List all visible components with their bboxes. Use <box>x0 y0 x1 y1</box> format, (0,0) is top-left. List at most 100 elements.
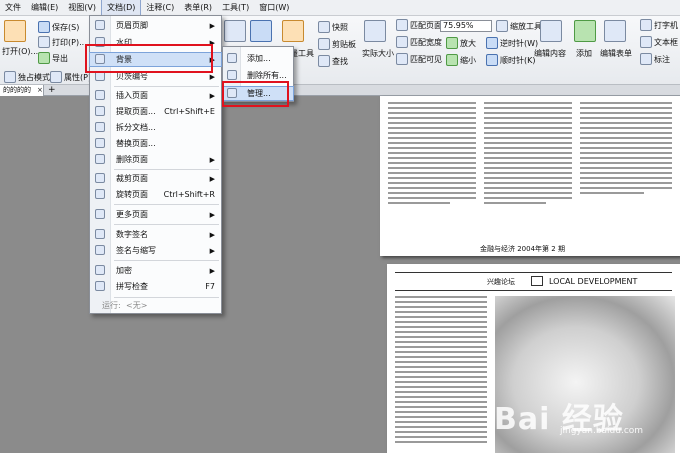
menu-item-encrypt[interactable]: 加密 ▶ <box>90 264 221 277</box>
actual-size-icon[interactable] <box>364 20 386 42</box>
open-button[interactable]: 打开(O)... <box>2 46 38 57</box>
page-header-left: 兴趣论坛 <box>487 278 515 286</box>
menu-item-watermark[interactable]: 水印 ▶ <box>90 36 221 49</box>
menu-comment[interactable]: 注释(C) <box>141 0 179 16</box>
callout-button[interactable]: 标注 <box>640 53 670 65</box>
menu-item-extract-pages[interactable]: 提取页面... Ctrl+Shift+E <box>90 105 221 118</box>
pdf-page-top: 金融与经济 2004年第 2 期 <box>380 96 680 256</box>
actual-size-button[interactable]: 实际大小 <box>362 48 394 59</box>
open-label: 打开(O)... <box>2 47 39 56</box>
menu-item-delete-pages[interactable]: 删除页面 ▶ <box>90 153 221 166</box>
fit-visible-label: 匹配可见 <box>410 54 442 64</box>
menu-item-crop-pages[interactable]: 裁剪页面 ▶ <box>90 172 221 185</box>
zoom-out-icon <box>446 54 458 66</box>
hand-tool-icon[interactable] <box>224 20 246 42</box>
extract-pages-icon <box>95 106 105 116</box>
zoom-in-button[interactable]: 放大 <box>446 37 476 49</box>
watermark-icon <box>95 37 105 47</box>
menu-bar: 文件 编辑(E) 视图(V) 文档(D) 注释(C) 表单(R) 工具(T) 窗… <box>0 0 680 16</box>
menu-item-header-footer[interactable]: 页眉页脚 ▶ <box>90 19 221 32</box>
find-button[interactable]: 查找 <box>318 55 348 67</box>
fit-width-icon <box>396 36 408 48</box>
snapshot-icon[interactable] <box>282 20 304 42</box>
export-button[interactable]: 导出 <box>38 52 68 64</box>
print-button[interactable]: 打印(P)... <box>38 36 87 48</box>
fit-page-label: 匹配页面 <box>410 20 442 30</box>
exclusive-mode-button[interactable]: 独占模式 <box>4 71 50 83</box>
select-text-icon[interactable] <box>250 20 272 42</box>
quick-photo-button[interactable]: 快照 <box>318 21 348 33</box>
spell-check-icon <box>95 281 105 291</box>
header-footer-icon <box>95 20 105 30</box>
page-footer: 金融与经济 2004年第 2 期 <box>480 245 565 253</box>
add-text-icon[interactable] <box>574 20 596 42</box>
submenu-item-add[interactable]: 添加... <box>223 52 293 65</box>
rotate-ccw-icon <box>486 37 498 49</box>
typewriter-button[interactable]: 打字机 <box>640 19 678 31</box>
menu-edit[interactable]: 编辑(E) <box>26 0 63 16</box>
submenu-item-remove-all[interactable]: 删除所有... <box>223 69 293 82</box>
menu-item-more-pages[interactable]: 更多页面 ▶ <box>90 208 221 221</box>
document-menu: 页眉页脚 ▶ 水印 ▶ 背景 ▶ 贝茨编号 ▶ 插入页面 ▶ 提取页面... Ctrl+Sh… <box>89 15 222 314</box>
edit-content-button[interactable]: 编辑内容 <box>534 48 566 59</box>
run-label: 运行: <box>102 301 121 310</box>
menu-document[interactable]: 文档(D) <box>101 0 142 16</box>
delete-pages-icon <box>95 154 105 164</box>
zoom-out-button[interactable]: 缩小 <box>446 54 476 66</box>
edit-content-icon[interactable] <box>540 20 562 42</box>
menu-item-digital-signature[interactable]: 数字签名 ▶ <box>90 228 221 241</box>
menu-window[interactable]: 窗口(W) <box>254 0 294 16</box>
quick-photo-label: 快照 <box>332 22 348 32</box>
callout-label: 标注 <box>654 54 670 64</box>
find-icon <box>318 55 330 67</box>
exclusive-mode-label: 独占模式 <box>18 72 50 82</box>
rotate-cw-label: 顺时针(K) <box>500 55 536 65</box>
menu-run-row: 运行: <无> <box>90 299 221 312</box>
menu-item-rotate-pages[interactable]: 旋转页面 Ctrl+Shift+R <box>90 188 221 201</box>
clipboard-icon <box>318 38 330 50</box>
zoom-tool-button[interactable]: 缩放工具 <box>496 20 542 32</box>
clipboard-button[interactable]: 剪贴板 <box>318 38 356 50</box>
fit-visible-button[interactable]: 匹配可见 <box>396 53 442 65</box>
zoom-tool-label: 缩放工具 <box>510 21 542 31</box>
open-folder-icon[interactable] <box>4 20 26 42</box>
menu-item-signature-initials[interactable]: 签名与缩写 ▶ <box>90 244 221 257</box>
edit-form-button[interactable]: 编辑表单 <box>600 48 632 59</box>
fit-width-label: 匹配宽度 <box>410 37 442 47</box>
print-icon <box>38 36 50 48</box>
fit-width-button[interactable]: 匹配宽度 <box>396 36 442 48</box>
save-button[interactable]: 保存(S) <box>38 21 79 33</box>
menu-form[interactable]: 表单(R) <box>179 0 217 16</box>
zoom-out-label: 缩小 <box>460 55 476 65</box>
menu-view[interactable]: 视图(V) <box>63 0 101 16</box>
run-value: <无> <box>126 301 148 310</box>
submenu-item-manage[interactable]: 管理... <box>222 86 294 101</box>
edit-form-label: 编辑表单 <box>600 49 632 58</box>
textbox-button[interactable]: 文本框 <box>640 36 678 48</box>
new-tab-icon[interactable]: + <box>48 85 56 96</box>
add-button[interactable]: 添加 <box>576 48 592 59</box>
menu-item-background[interactable]: 背景 ▶ <box>89 52 222 67</box>
clipboard-label: 剪贴板 <box>332 39 356 49</box>
close-tab-icon[interactable]: × <box>37 85 43 96</box>
menu-item-bates-numbering[interactable]: 贝茨编号 ▶ <box>90 70 221 83</box>
insert-pages-icon <box>95 90 105 100</box>
menu-file[interactable]: 文件 <box>0 0 26 16</box>
zoom-input[interactable]: 75.95% <box>440 20 492 32</box>
edit-content-label: 编辑内容 <box>534 49 566 58</box>
digital-signature-icon <box>95 229 105 239</box>
menu-item-insert-pages[interactable]: 插入页面 ▶ <box>90 89 221 102</box>
menu-item-replace-pages[interactable]: 替换页面... <box>90 137 221 150</box>
camera-icon <box>318 21 330 33</box>
menu-tools[interactable]: 工具(T) <box>217 0 254 16</box>
menu-item-spell-check[interactable]: 拼写检查 F7 <box>90 280 221 293</box>
textbox-icon <box>640 36 652 48</box>
edit-form-icon[interactable] <box>604 20 626 42</box>
zoom-tool-icon <box>496 20 508 32</box>
fit-page-button[interactable]: 匹配页面 <box>396 19 442 31</box>
menu-item-split-document[interactable]: 拆分文档... <box>90 121 221 134</box>
background-submenu: 添加... 删除所有... 管理... <box>222 46 294 102</box>
rotate-cw-button[interactable]: 顺时针(K) <box>486 54 536 66</box>
typewriter-label: 打字机 <box>654 20 678 30</box>
rotate-ccw-button[interactable]: 逆时针(W) <box>486 37 538 49</box>
